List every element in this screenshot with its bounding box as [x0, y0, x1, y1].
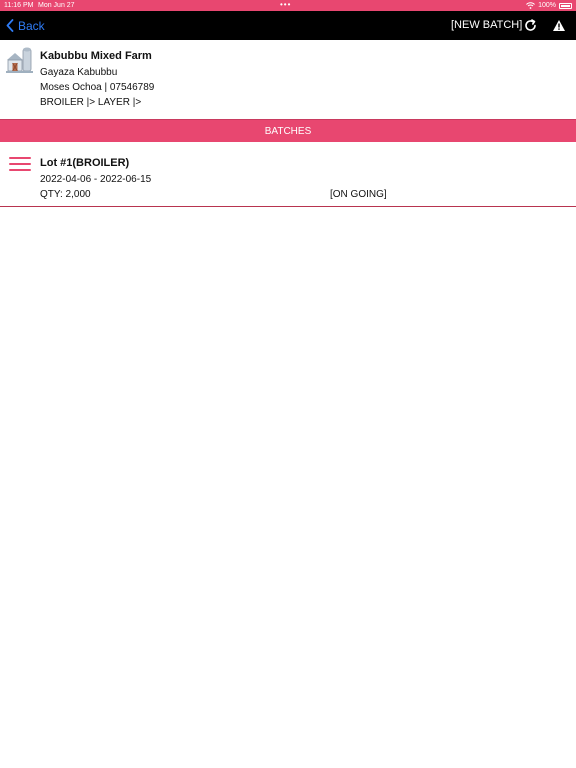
- farm-contact: Moses Ochoa | 07546789: [40, 82, 155, 93]
- farm-barn-icon: [6, 47, 33, 73]
- multitasking-dots[interactable]: •••: [280, 0, 291, 9]
- navigation-bar: Back [NEW BATCH]: [0, 11, 576, 40]
- back-label: Back: [18, 18, 45, 33]
- status-date: Mon Jun 27: [38, 2, 75, 9]
- chevron-left-icon: [6, 19, 14, 32]
- status-time: 11:16 PM: [4, 2, 34, 9]
- battery-percent: 100%: [538, 2, 556, 9]
- status-right: 100%: [526, 0, 572, 11]
- wifi-icon: [526, 2, 535, 9]
- batch-row[interactable]: Lot #1(BROILER) 2022-04-06 - 2022-06-15 …: [0, 142, 576, 207]
- batch-status: [ON GOING]: [330, 189, 387, 200]
- warning-icon[interactable]: [552, 19, 566, 32]
- back-button[interactable]: Back: [6, 11, 45, 40]
- batch-lot: Lot #1(BROILER): [40, 157, 130, 169]
- batch-quantity: QTY: 2,000: [40, 189, 91, 200]
- status-bar: 11:16 PM Mon Jun 27 ••• 100%: [0, 0, 576, 11]
- hamburger-menu-icon[interactable]: [9, 157, 31, 173]
- batches-header: BATCHES: [0, 119, 576, 142]
- new-batch-button[interactable]: [NEW BATCH]: [451, 11, 522, 40]
- battery-icon: [559, 2, 572, 9]
- farm-name: Kabubbu Mixed Farm: [40, 50, 152, 62]
- farm-location: Gayaza Kabubbu: [40, 67, 118, 78]
- batch-dates: 2022-04-06 - 2022-06-15: [40, 174, 152, 185]
- farm-details: Kabubbu Mixed Farm Gayaza Kabubbu Moses …: [0, 40, 576, 119]
- farm-bird-types: BROILER |> LAYER |>: [40, 97, 142, 108]
- refresh-icon[interactable]: [523, 18, 538, 33]
